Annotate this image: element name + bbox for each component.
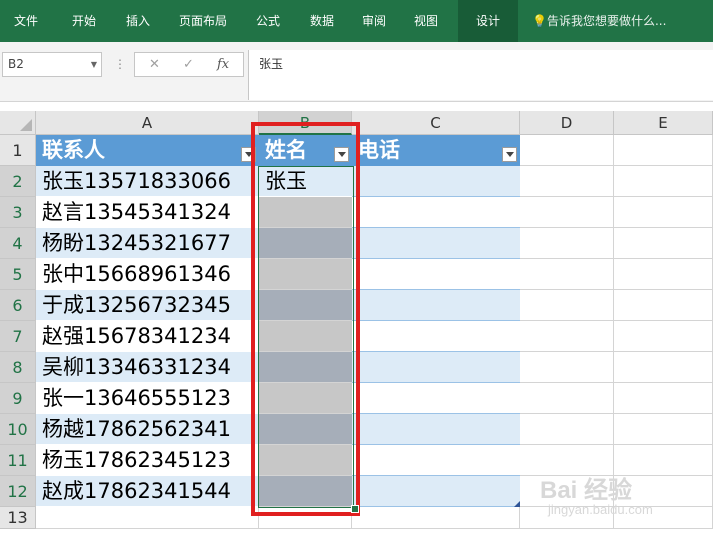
contact-cell[interactable]: 赵强15678341234	[36, 321, 259, 352]
watermark-logo: Bai 经验	[540, 477, 633, 504]
phone-cell[interactable]	[352, 476, 520, 507]
column-header-e[interactable]: E	[614, 111, 713, 135]
row-header-2[interactable]: 2	[0, 166, 36, 197]
grid-cell[interactable]	[352, 507, 520, 529]
phone-cell[interactable]	[352, 259, 520, 290]
phone-cell[interactable]	[352, 414, 520, 445]
grid-cell[interactable]	[520, 414, 614, 445]
grid-cell[interactable]	[614, 290, 713, 321]
grid-cell[interactable]	[520, 135, 614, 166]
grid-cell[interactable]	[520, 290, 614, 321]
grid-cell[interactable]	[614, 166, 713, 197]
row-header-11[interactable]: 11	[0, 445, 36, 476]
tab-data[interactable]: 数据	[300, 0, 344, 42]
tab-file[interactable]: 文件	[0, 0, 52, 42]
row-header-5[interactable]: 5	[0, 259, 36, 290]
chevron-down-icon[interactable]: ▼	[91, 53, 97, 76]
contact-cell[interactable]: 杨玉17862345123	[36, 445, 259, 476]
row-header-9[interactable]: 9	[0, 383, 36, 414]
row-header-10[interactable]: 10	[0, 414, 36, 445]
grid-cell[interactable]	[614, 135, 713, 166]
grid-cell[interactable]	[614, 383, 713, 414]
table-resize-handle[interactable]	[514, 501, 520, 507]
grid-cell[interactable]	[614, 259, 713, 290]
name-box[interactable]: B2 ▼	[2, 52, 102, 77]
grid-cell[interactable]	[614, 321, 713, 352]
phone-cell[interactable]	[352, 166, 520, 197]
tab-review[interactable]: 审阅	[352, 0, 396, 42]
grid-cell[interactable]	[520, 228, 614, 259]
selection-border	[258, 166, 354, 508]
phone-cell[interactable]	[352, 228, 520, 259]
grid-cell[interactable]	[614, 414, 713, 445]
filter-dropdown-icon[interactable]	[502, 147, 517, 162]
row-header-6[interactable]: 6	[0, 290, 36, 321]
tab-design[interactable]: 设计	[458, 0, 518, 42]
select-all-corner[interactable]	[0, 111, 36, 135]
table-header-cell[interactable]: 电话	[352, 135, 520, 166]
grid-cell[interactable]	[520, 166, 614, 197]
grid-cell[interactable]	[614, 228, 713, 259]
tab-formulas[interactable]: 公式	[246, 0, 290, 42]
watermark-url: jingyan.baidu.com	[548, 502, 653, 517]
cancel-icon[interactable]: ✕	[149, 53, 160, 76]
row-header-1[interactable]: 1	[0, 135, 36, 166]
enter-icon[interactable]: ✓	[183, 53, 194, 76]
tab-page-layout[interactable]: 页面布局	[170, 0, 236, 42]
grid-cell[interactable]	[520, 321, 614, 352]
table-header-cell[interactable]: 联系人	[36, 135, 259, 166]
phone-cell[interactable]	[352, 197, 520, 228]
more-icon[interactable]: ⋮	[114, 52, 126, 77]
lightbulb-icon: 💡	[532, 14, 547, 28]
phone-cell[interactable]	[352, 445, 520, 476]
phone-cell[interactable]	[352, 383, 520, 414]
formula-buttons: ✕ ✓ fx	[134, 52, 244, 77]
phone-cell[interactable]	[352, 321, 520, 352]
contact-cell[interactable]: 张中15668961346	[36, 259, 259, 290]
tell-me-box[interactable]: 💡告诉我您想要做什么...	[532, 0, 666, 42]
contact-cell[interactable]: 张玉13571833066	[36, 166, 259, 197]
phone-cell[interactable]	[352, 352, 520, 383]
grid-cell[interactable]	[614, 352, 713, 383]
formula-input[interactable]: 张玉	[248, 50, 713, 100]
row-header-13[interactable]: 13	[0, 507, 36, 529]
contact-cell[interactable]: 赵言13545341324	[36, 197, 259, 228]
tab-insert[interactable]: 插入	[114, 0, 162, 42]
contact-cell[interactable]: 张一13646555123	[36, 383, 259, 414]
column-header-c[interactable]: C	[352, 111, 520, 135]
grid-cell[interactable]	[520, 259, 614, 290]
fill-handle[interactable]	[351, 505, 359, 513]
ribbon: 文件 开始 插入 页面布局 公式 数据 审阅 视图 设计 💡告诉我您想要做什么.…	[0, 0, 713, 42]
column-header-d[interactable]: D	[520, 111, 614, 135]
row-header-3[interactable]: 3	[0, 197, 36, 228]
row-header-8[interactable]: 8	[0, 352, 36, 383]
formula-toolbar: B2 ▼ ⋮ ✕ ✓ fx 张玉	[0, 42, 713, 102]
row-header-4[interactable]: 4	[0, 228, 36, 259]
grid-cell[interactable]	[520, 383, 614, 414]
row-header-7[interactable]: 7	[0, 321, 36, 352]
grid-cell[interactable]	[614, 197, 713, 228]
grid-cell[interactable]	[36, 507, 259, 529]
contact-cell[interactable]: 杨越17862562341	[36, 414, 259, 445]
row-header-12[interactable]: 12	[0, 476, 36, 507]
grid-cell[interactable]	[520, 197, 614, 228]
insert-function-icon[interactable]: fx	[217, 53, 229, 76]
grid-cell[interactable]	[520, 352, 614, 383]
contact-cell[interactable]: 吴柳13346331234	[36, 352, 259, 383]
contact-cell[interactable]: 杨盼13245321677	[36, 228, 259, 259]
tell-me-text: 告诉我您想要做什么...	[546, 14, 667, 28]
name-box-value: B2	[8, 57, 24, 71]
column-header-a[interactable]: A	[36, 111, 259, 135]
contact-cell[interactable]: 于成13256732345	[36, 290, 259, 321]
phone-cell[interactable]	[352, 290, 520, 321]
contact-cell[interactable]: 赵成17862341544	[36, 476, 259, 507]
tab-home[interactable]: 开始	[58, 0, 110, 42]
tab-view[interactable]: 视图	[404, 0, 448, 42]
select-all-triangle-icon	[20, 119, 32, 131]
